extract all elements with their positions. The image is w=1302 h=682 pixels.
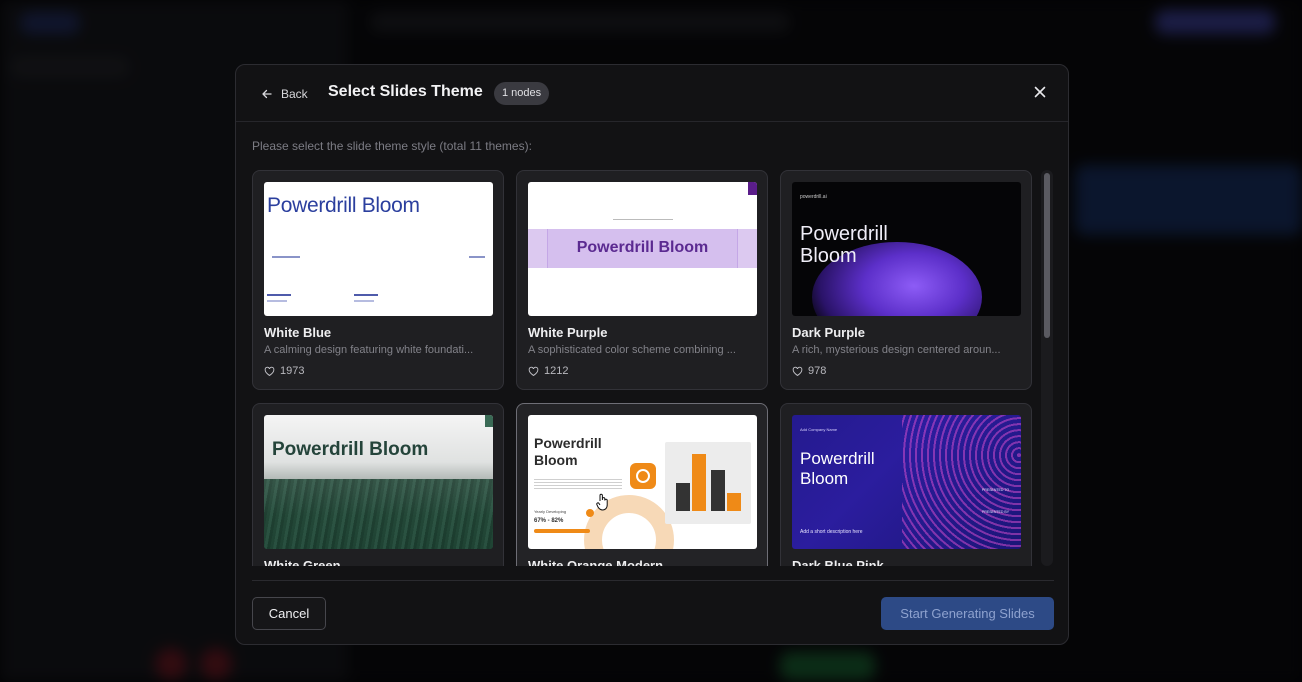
theme-card-white-orange-modern[interactable]: Powerdrill Bloom Yearly Developing 67% -… — [516, 403, 768, 566]
theme-description: A calming design featuring white foundat… — [264, 344, 474, 356]
theme-thumbnail: powerdrill.ai Powerdrill Bloom — [792, 182, 1021, 316]
back-label: Back — [281, 87, 308, 101]
heart-icon — [528, 366, 539, 376]
like-count-value: 1212 — [544, 365, 569, 377]
dialog-title: Select Slides Theme — [328, 83, 483, 100]
thumbnail-title: Powerdrill Bloom — [267, 194, 420, 217]
theme-grid[interactable]: Powerdrill Bloom White Blue A calming de… — [252, 170, 1036, 566]
close-icon[interactable] — [1032, 84, 1048, 100]
theme-name: White Orange Modern — [528, 558, 664, 566]
like-count[interactable]: 1212 — [528, 365, 568, 377]
theme-card-dark-purple[interactable]: powerdrill.ai Powerdrill Bloom Dark Purp… — [780, 170, 1032, 390]
theme-thumbnail: Powerdrill Bloom — [264, 182, 493, 316]
theme-thumbnail: Powerdrill Bloom — [528, 182, 757, 316]
thumbnail-title: Powerdrill Bloom — [800, 223, 888, 267]
theme-name: Dark Blue Pink — [792, 558, 884, 566]
scrollbar-thumb[interactable] — [1044, 173, 1050, 338]
theme-card-dark-blue-pink[interactable]: Add Company Name Powerdrill Bloom Add a … — [780, 403, 1032, 566]
thumbnail-description: Add a short description here — [800, 529, 863, 535]
like-count[interactable]: 978 — [792, 365, 826, 377]
theme-description: A rich, mysterious design centered aroun… — [792, 344, 1001, 356]
dialog-body: Please select the slide theme style (tot… — [236, 122, 1068, 572]
heart-icon — [264, 366, 275, 376]
select-theme-dialog: Back Select Slides Theme 1 nodes Please … — [235, 64, 1069, 645]
thumbnail-title: Powerdrill Bloom — [800, 449, 875, 488]
theme-card-white-purple[interactable]: Powerdrill Bloom White Purple A sophisti… — [516, 170, 768, 390]
cancel-button[interactable]: Cancel — [252, 597, 326, 630]
dialog-header: Back Select Slides Theme 1 nodes — [236, 65, 1068, 122]
back-button[interactable]: Back — [261, 84, 308, 104]
theme-card-white-blue[interactable]: Powerdrill Bloom White Blue A calming de… — [252, 170, 504, 390]
theme-hint-text: Please select the slide theme style (tot… — [252, 139, 532, 153]
theme-grid-scrollbar[interactable] — [1041, 170, 1053, 566]
thumbnail-title: Powerdrill Bloom — [534, 435, 602, 468]
theme-card-white-green[interactable]: Powerdrill Bloom White Green — [252, 403, 504, 566]
thumbnail-title: Powerdrill Bloom — [576, 239, 709, 256]
start-generating-slides-button[interactable]: Start Generating Slides — [881, 597, 1054, 630]
like-count[interactable]: 1973 — [264, 365, 304, 377]
thumbnail-presented-by: PRESENTED BY — [982, 510, 1010, 514]
thumbnail-title: Powerdrill Bloom — [272, 439, 429, 460]
heart-icon — [792, 366, 803, 376]
arrow-left-icon — [262, 89, 272, 99]
theme-name: White Green — [264, 558, 341, 566]
thumbnail-presented-to: PRESENTED TO — [982, 488, 1010, 492]
thumbnail-logo: powerdrill.ai — [800, 194, 827, 200]
theme-thumbnail: Powerdrill Bloom — [264, 415, 493, 549]
thumbnail-logo: Add Company Name — [800, 427, 838, 432]
thumbnail-subtitle: Yearly Developing — [534, 509, 567, 514]
dialog-footer: Cancel Start Generating Slides — [252, 580, 1054, 644]
like-count-value: 978 — [808, 365, 827, 377]
theme-name: White Blue — [264, 325, 332, 340]
node-count-badge: 1 nodes — [494, 82, 550, 105]
hand-pointer-icon — [596, 493, 608, 511]
theme-thumbnail: Add Company Name Powerdrill Bloom Add a … — [792, 415, 1021, 549]
theme-name: White Purple — [528, 325, 608, 340]
theme-name: Dark Purple — [792, 325, 865, 340]
like-count-value: 1973 — [280, 365, 305, 377]
theme-description: A sophisticated color scheme combining .… — [528, 344, 736, 356]
thumbnail-percent: 67% - 82% — [534, 518, 564, 524]
theme-thumbnail: Powerdrill Bloom Yearly Developing 67% -… — [528, 415, 757, 549]
